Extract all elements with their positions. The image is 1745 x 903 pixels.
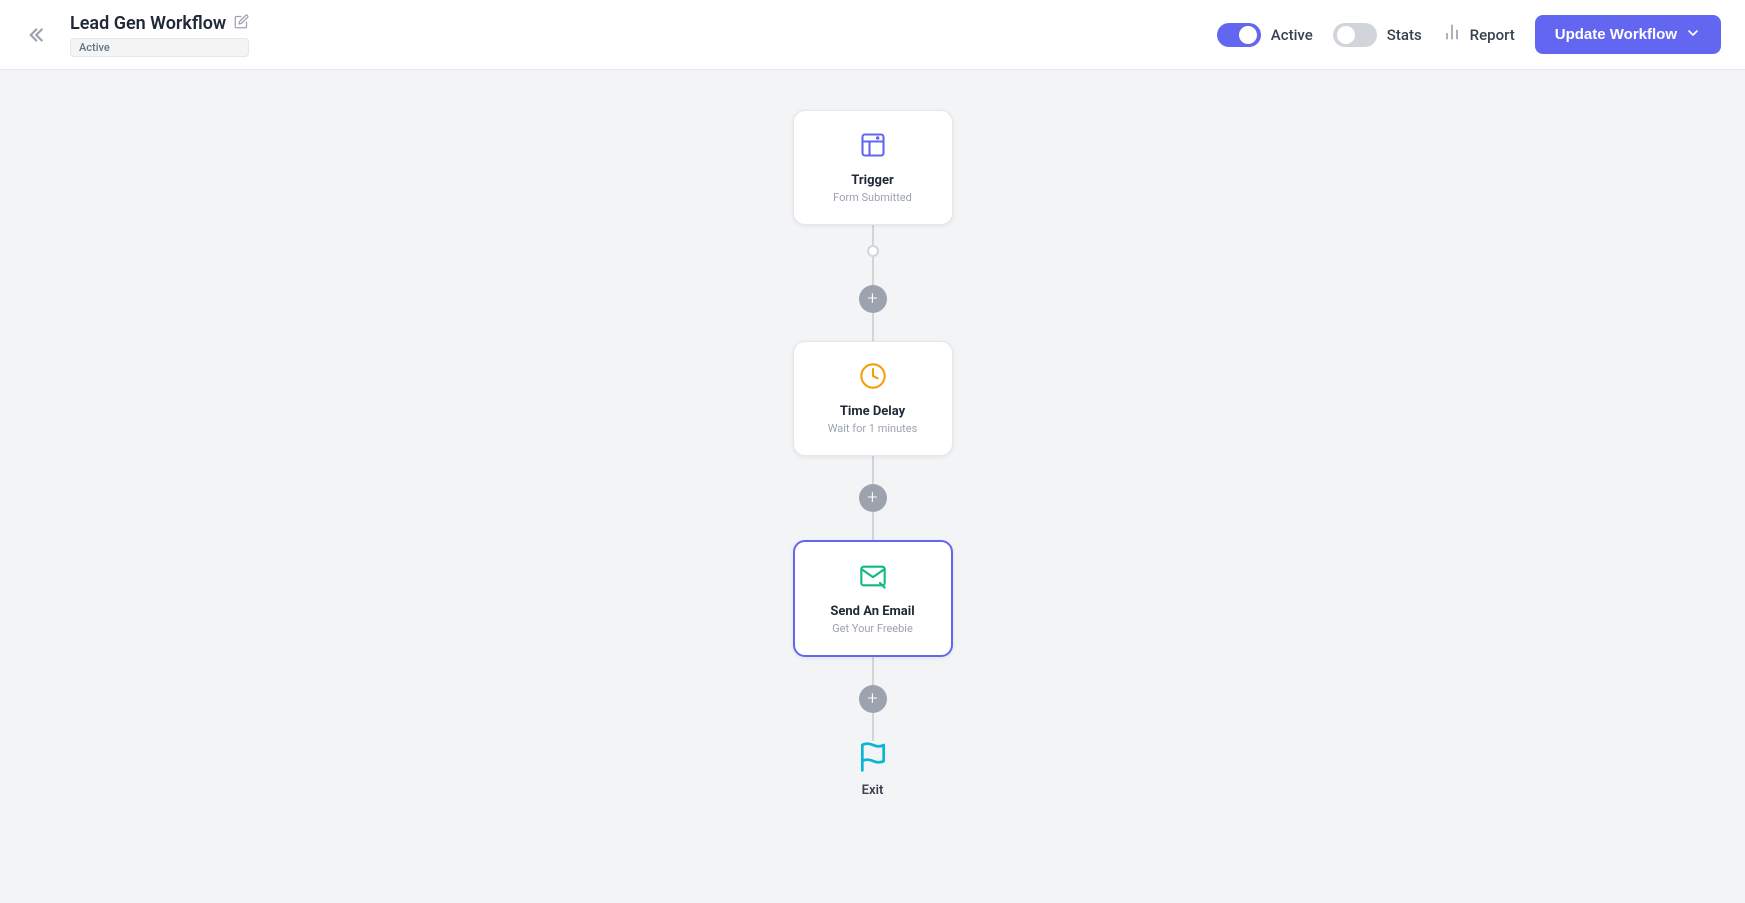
connector-3: + bbox=[859, 657, 887, 741]
report-label: Report bbox=[1470, 26, 1515, 44]
dot-1 bbox=[867, 245, 879, 257]
active-badge: Active bbox=[70, 38, 249, 57]
line-2b bbox=[872, 512, 874, 540]
update-workflow-button[interactable]: Update Workflow bbox=[1535, 15, 1721, 54]
stats-toggle[interactable] bbox=[1333, 23, 1377, 47]
send-email-icon bbox=[823, 562, 923, 596]
line-2a bbox=[872, 456, 874, 484]
exit-node[interactable]: Exit bbox=[857, 741, 889, 798]
trigger-subtitle: Form Submitted bbox=[822, 191, 924, 204]
send-email-node[interactable]: Send An Email Get Your Freebie bbox=[793, 540, 953, 657]
active-toggle-label: Active bbox=[1271, 26, 1313, 44]
active-toggle-group: Active bbox=[1217, 23, 1313, 47]
header-left: Lead Gen Workflow Active bbox=[24, 13, 249, 57]
add-button-1[interactable]: + bbox=[859, 285, 887, 313]
line-3a bbox=[872, 657, 874, 685]
time-delay-node[interactable]: Time Delay Wait for 1 minutes bbox=[793, 341, 953, 456]
stats-toggle-label: Stats bbox=[1387, 26, 1422, 44]
line-1a bbox=[872, 225, 874, 245]
workflow-nodes: Trigger Form Submitted + Time Delay Wait… bbox=[793, 110, 953, 798]
active-toggle[interactable] bbox=[1217, 23, 1261, 47]
trigger-icon bbox=[822, 131, 924, 165]
update-workflow-chevron bbox=[1685, 25, 1701, 44]
header-right: Active Stats Report Update Workflow bbox=[1217, 15, 1721, 54]
back-button[interactable] bbox=[24, 20, 54, 50]
stats-toggle-group: Stats bbox=[1333, 23, 1422, 47]
workflow-info: Lead Gen Workflow Active bbox=[70, 13, 249, 57]
update-workflow-label: Update Workflow bbox=[1555, 26, 1677, 43]
workflow-title-row: Lead Gen Workflow bbox=[70, 13, 249, 34]
exit-icon bbox=[857, 741, 889, 777]
line-3b bbox=[872, 713, 874, 741]
trigger-node[interactable]: Trigger Form Submitted bbox=[793, 110, 953, 225]
connector-1: + bbox=[859, 225, 887, 341]
line-1c bbox=[872, 313, 874, 341]
time-delay-icon bbox=[822, 362, 924, 396]
workflow-title: Lead Gen Workflow bbox=[70, 13, 226, 34]
add-button-3[interactable]: + bbox=[859, 685, 887, 713]
exit-label: Exit bbox=[862, 783, 884, 798]
time-delay-title: Time Delay bbox=[822, 404, 924, 419]
send-email-subtitle: Get Your Freebie bbox=[823, 622, 923, 635]
report-group[interactable]: Report bbox=[1442, 22, 1515, 47]
send-email-title: Send An Email bbox=[823, 604, 923, 619]
edit-icon[interactable] bbox=[234, 14, 249, 33]
report-icon bbox=[1442, 22, 1462, 47]
time-delay-subtitle: Wait for 1 minutes bbox=[822, 422, 924, 435]
trigger-title: Trigger bbox=[822, 173, 924, 188]
line-1b bbox=[872, 257, 874, 285]
workflow-canvas: Trigger Form Submitted + Time Delay Wait… bbox=[0, 70, 1745, 903]
add-button-2[interactable]: + bbox=[859, 484, 887, 512]
header: Lead Gen Workflow Active Active Stats bbox=[0, 0, 1745, 70]
connector-2: + bbox=[859, 456, 887, 540]
